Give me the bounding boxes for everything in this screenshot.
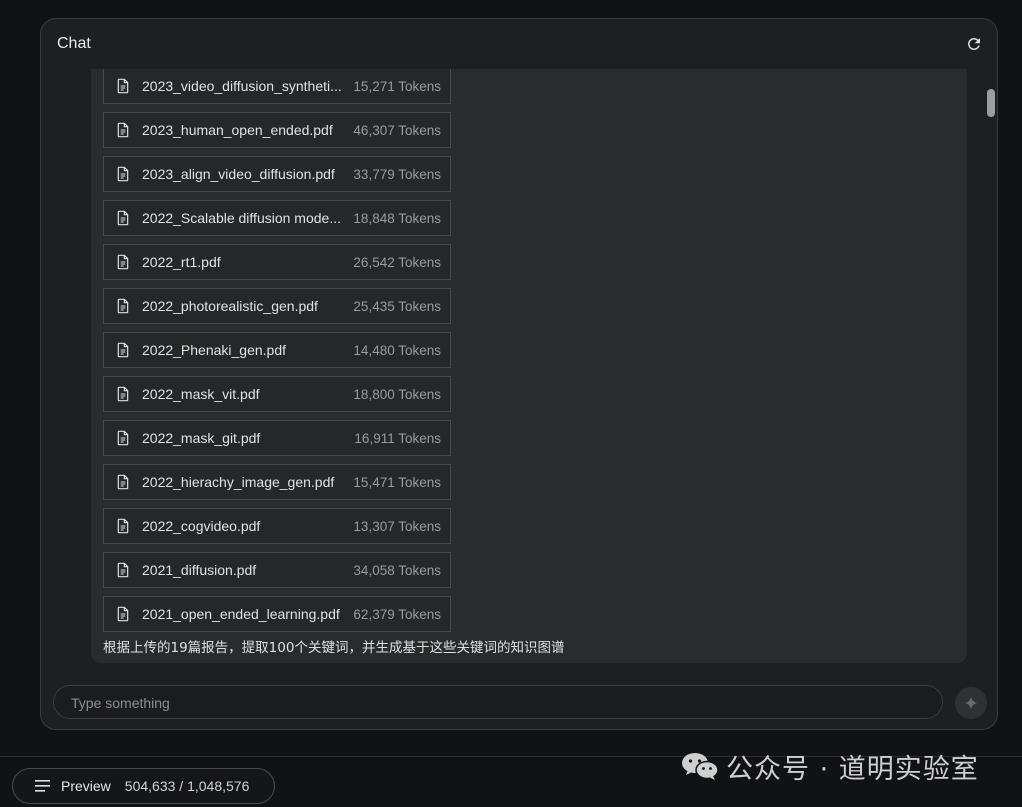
refresh-icon[interactable] [965, 35, 983, 53]
file-token-count: 18,800 Tokens [353, 386, 441, 402]
file-name: 2022_Phenaki_gen.pdf [142, 342, 287, 358]
document-icon [117, 122, 129, 138]
document-icon [117, 298, 129, 314]
user-message: 根据上传的19篇报告，提取100个关键词，并生成基于这些关键词的知识图谱 [103, 640, 565, 656]
file-token-count: 34,058 Tokens [353, 562, 441, 578]
chat-panel: Chat 2023_video_diffusion_syntheti... 15,… [40, 18, 998, 730]
file-token-count: 62,379 Tokens [353, 606, 441, 622]
document-icon [117, 78, 129, 94]
file-chip[interactable]: 2022_mask_vit.pdf 18,800 Tokens [103, 376, 451, 412]
file-chip[interactable]: 2022_Scalable diffusion mode... 18,848 To… [103, 200, 451, 236]
file-chip[interactable]: 2023_align_video_diffusion.pdf 33,779 Tok… [103, 156, 451, 192]
watermark: 公众号 · 道明实验室 [680, 748, 979, 785]
file-token-count: 13,307 Tokens [353, 518, 441, 534]
file-token-count: 46,307 Tokens [353, 122, 441, 138]
file-chip[interactable]: 2022_rt1.pdf 26,542 Tokens [103, 244, 451, 280]
file-chip[interactable]: 2022_mask_git.pdf 16,911 Tokens [103, 420, 451, 456]
chat-title: Chat [57, 35, 91, 52]
file-name: 2022_hierachy_image_gen.pdf [142, 474, 335, 490]
chat-header: Chat [41, 19, 997, 69]
message-input-container [53, 685, 943, 720]
file-token-count: 25,435 Tokens [353, 298, 441, 314]
file-chip[interactable]: 2022_cogvideo.pdf 13,307 Tokens [103, 508, 451, 544]
file-name: 2022_photorealistic_gen.pdf [142, 298, 318, 314]
file-token-count: 33,779 Tokens [353, 166, 441, 182]
file-token-count: 15,271 Tokens [353, 78, 441, 94]
file-name: 2022_rt1.pdf [142, 254, 221, 270]
file-name: 2022_mask_vit.pdf [142, 386, 260, 402]
file-chip[interactable]: 2023_human_open_ended.pdf 46,307 Tokens [103, 112, 451, 148]
file-list: 2023_video_diffusion_syntheti... 15,271 T… [103, 69, 451, 640]
watermark-text: 公众号 · 道明实验室 [726, 753, 979, 785]
menu-icon [35, 780, 50, 792]
file-name: 2021_open_ended_learning.pdf [142, 606, 340, 622]
file-token-count: 14,480 Tokens [353, 342, 441, 358]
file-name: 2023_align_video_diffusion.pdf [142, 166, 335, 182]
scrollbar-thumb[interactable] [987, 89, 995, 117]
document-icon [117, 518, 129, 534]
document-icon [117, 166, 129, 182]
preview-label: Preview [61, 778, 111, 794]
conversation-area: 2023_video_diffusion_syntheti... 15,271 T… [91, 69, 967, 663]
file-name: 2022_cogvideo.pdf [142, 518, 261, 534]
file-token-count: 16,911 Tokens [354, 430, 441, 446]
document-icon [117, 562, 129, 578]
file-chip[interactable]: 2021_diffusion.pdf 34,058 Tokens [103, 552, 451, 588]
document-icon [117, 386, 129, 402]
document-icon [117, 254, 129, 270]
file-chip[interactable]: 2022_hierachy_image_gen.pdf 15,471 Tokens [103, 464, 451, 500]
document-icon [117, 474, 129, 490]
token-count: 504,633 / 1,048,576 [124, 778, 250, 794]
document-icon [117, 606, 129, 622]
file-token-count: 26,542 Tokens [353, 254, 441, 270]
file-name: 2023_human_open_ended.pdf [142, 122, 333, 138]
document-icon [117, 210, 129, 226]
sparkle-icon [964, 696, 978, 710]
file-name: 2022_mask_git.pdf [142, 430, 261, 446]
file-token-count: 15,471 Tokens [353, 474, 441, 490]
file-name: 2021_diffusion.pdf [142, 562, 257, 578]
document-icon [117, 342, 129, 358]
file-chip[interactable]: 2022_Phenaki_gen.pdf 14,480 Tokens [103, 332, 451, 368]
file-name: 2023_video_diffusion_syntheti... [142, 78, 342, 94]
file-chip[interactable]: 2023_video_diffusion_syntheti... 15,271 T… [103, 69, 451, 104]
document-icon [117, 430, 129, 446]
message-input[interactable] [69, 686, 933, 720]
preview-button[interactable]: Preview 504,633 / 1,048,576 [12, 768, 275, 804]
file-chip[interactable]: 2022_photorealistic_gen.pdf 25,435 Tokens [103, 288, 451, 324]
send-button[interactable] [955, 687, 987, 719]
file-name: 2022_Scalable diffusion mode... [142, 210, 341, 226]
file-chip[interactable]: 2021_open_ended_learning.pdf 62,379 Token… [103, 596, 451, 632]
file-token-count: 18,848 Tokens [353, 210, 441, 226]
wechat-icon [682, 753, 719, 780]
